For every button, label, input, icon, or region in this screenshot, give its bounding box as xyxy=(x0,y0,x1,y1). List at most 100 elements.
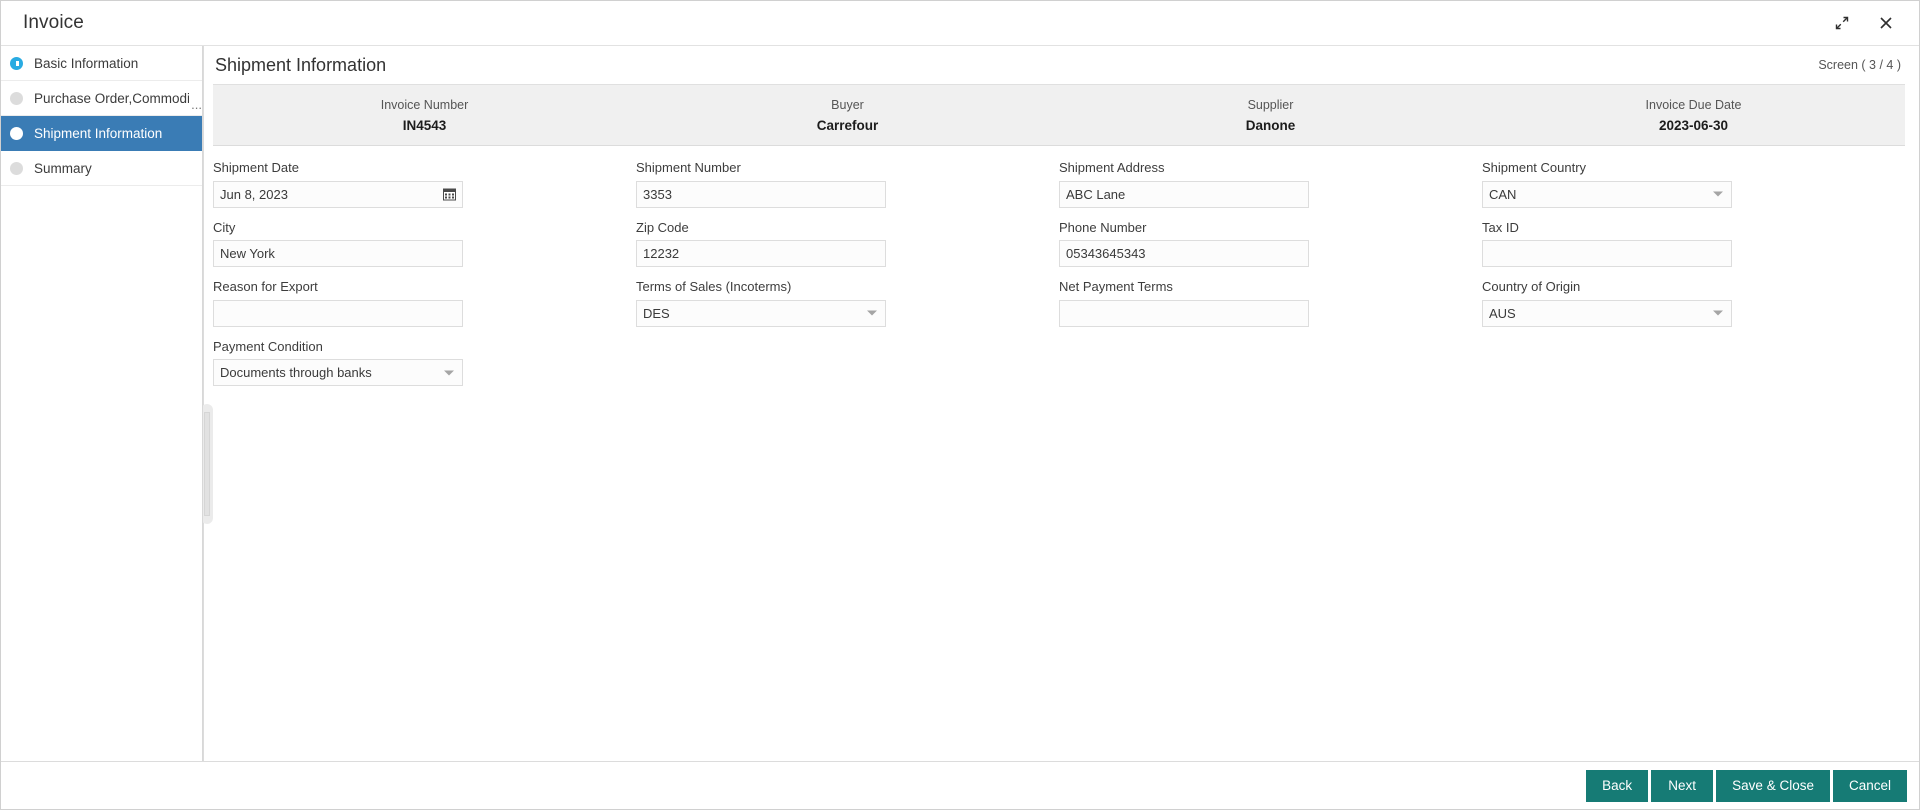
field-value: Jun 8, 2023 xyxy=(220,186,288,202)
field-phone-number: Phone Number 05343645343 xyxy=(1059,220,1482,280)
next-button[interactable]: Next xyxy=(1651,769,1714,802)
chevron-down-icon[interactable] xyxy=(867,310,877,316)
step-marker-active-icon xyxy=(9,126,24,141)
restore-window-icon[interactable] xyxy=(1829,10,1855,36)
chevron-down-icon[interactable] xyxy=(1713,310,1723,316)
form-scrollbar-thumb[interactable] xyxy=(204,412,210,516)
sidebar-item-shipment-information[interactable]: Shipment Information xyxy=(1,116,202,151)
summary-value: IN4543 xyxy=(402,117,447,133)
field-value: DES xyxy=(643,305,670,321)
field-label: City xyxy=(213,219,236,235)
field-value: AUS xyxy=(1489,305,1516,321)
city-input[interactable]: New York xyxy=(213,240,463,268)
field-value: 05343645343 xyxy=(1066,246,1146,262)
sidebar-item-label: Basic Information xyxy=(34,55,139,71)
window-title: Invoice xyxy=(23,12,84,33)
summary-cell-buyer: Buyer Carrefour xyxy=(636,98,1059,133)
summary-label: Buyer xyxy=(831,97,864,112)
shipment-form: Shipment Date Jun 8, 2023 Shipment Numbe… xyxy=(203,146,1919,761)
screen-counter: Screen ( 3 / 4 ) xyxy=(1818,58,1901,72)
shipment-number-input[interactable]: 3353 xyxy=(636,180,886,208)
field-label: Shipment Date xyxy=(213,160,299,175)
summary-label: Invoice Number xyxy=(380,97,469,112)
field-label: Terms of Sales (Incoterms) xyxy=(636,279,792,295)
field-value: 12232 xyxy=(643,246,680,262)
field-terms-of-sales: Terms of Sales (Incoterms) DES xyxy=(636,279,1059,339)
title-bar: Invoice xyxy=(1,1,1919,46)
field-shipment-date: Shipment Date Jun 8, 2023 xyxy=(213,160,636,220)
field-label: Phone Number xyxy=(1059,219,1147,235)
summary-cell-invoice-due-date: Invoice Due Date 2023-06-30 xyxy=(1482,98,1905,133)
field-shipment-number: Shipment Number 3353 xyxy=(636,160,1059,220)
field-label: Country of Origin xyxy=(1482,279,1581,295)
dialog-footer: Back Next Save & Close Cancel xyxy=(1,761,1919,809)
sidebar-item-label: Shipment Information xyxy=(34,125,163,141)
step-marker-pending-icon xyxy=(9,91,24,106)
field-tax-id: Tax ID xyxy=(1482,220,1905,280)
field-label: Shipment Address xyxy=(1059,160,1165,175)
field-country-of-origin: Country of Origin AUS xyxy=(1482,279,1905,339)
cancel-button[interactable]: Cancel xyxy=(1832,769,1907,802)
summary-cell-invoice-number: Invoice Number IN4543 xyxy=(213,98,636,133)
summary-label: Invoice Due Date xyxy=(1645,97,1742,112)
field-shipment-country: Shipment Country CAN xyxy=(1482,160,1905,220)
chevron-down-icon[interactable] xyxy=(444,370,454,376)
summary-value: 2023-06-30 xyxy=(1658,117,1729,133)
summary-cell-supplier: Supplier Danone xyxy=(1059,98,1482,133)
summary-value: Danone xyxy=(1245,117,1296,133)
sidebar-item-label: Summary xyxy=(34,160,92,176)
field-net-payment-terms: Net Payment Terms xyxy=(1059,279,1482,339)
field-value: ABC Lane xyxy=(1066,186,1126,202)
phone-number-input[interactable]: 05343645343 xyxy=(1059,240,1309,268)
terms-of-sales-select[interactable]: DES xyxy=(636,299,886,327)
tax-id-input[interactable] xyxy=(1482,240,1732,268)
content-header: Shipment Information Screen ( 3 / 4 ) xyxy=(203,46,1919,84)
field-zip-code: Zip Code 12232 xyxy=(636,220,1059,280)
field-label: Net Payment Terms xyxy=(1059,279,1173,295)
summary-value: Carrefour xyxy=(816,117,879,133)
step-marker-pending-icon xyxy=(9,161,24,176)
sidebar-item-purchase-order-commodity[interactable]: Purchase Order,Commodity ... xyxy=(1,81,202,116)
field-label: Reason for Export xyxy=(213,279,318,295)
calendar-icon[interactable] xyxy=(443,188,456,201)
field-label: Shipment Number xyxy=(636,160,741,175)
field-shipment-address: Shipment Address ABC Lane xyxy=(1059,160,1482,220)
field-value: 3353 xyxy=(643,186,672,202)
chevron-down-icon[interactable] xyxy=(1713,191,1723,197)
field-reason-for-export: Reason for Export xyxy=(213,279,636,339)
zip-code-input[interactable]: 12232 xyxy=(636,240,886,268)
step-marker-completed-icon xyxy=(9,56,24,71)
summary-label: Supplier xyxy=(1247,97,1294,112)
field-value: Documents through banks xyxy=(220,365,372,381)
window-controls xyxy=(1829,10,1905,36)
sidebar-item-label: Purchase Order,Commodity xyxy=(34,90,190,106)
form-grid: Shipment Date Jun 8, 2023 Shipment Numbe… xyxy=(213,160,1905,398)
field-label: Zip Code xyxy=(636,219,689,235)
payment-condition-select[interactable]: Documents through banks xyxy=(213,359,463,387)
field-label: Tax ID xyxy=(1482,219,1519,235)
shipment-address-input[interactable]: ABC Lane xyxy=(1059,180,1309,208)
sidebar-item-basic-information[interactable]: Basic Information xyxy=(1,46,202,81)
shipment-country-select[interactable]: CAN xyxy=(1482,180,1732,208)
field-label: Shipment Country xyxy=(1482,160,1587,175)
main-content: Shipment Information Screen ( 3 / 4 ) In… xyxy=(203,46,1919,761)
field-payment-condition: Payment Condition Documents through bank… xyxy=(213,339,636,399)
country-of-origin-select[interactable]: AUS xyxy=(1482,299,1732,327)
field-value: New York xyxy=(220,246,275,262)
save-and-close-button[interactable]: Save & Close xyxy=(1716,769,1830,802)
back-button[interactable]: Back xyxy=(1586,769,1649,802)
wizard-steps-sidebar: Basic Information Purchase Order,Commodi… xyxy=(1,46,203,761)
sidebar-item-overflow-ellipsis: ... xyxy=(191,97,202,112)
invoice-dialog-window: Invoice Basic Information Purchase Order… xyxy=(0,0,1920,810)
field-city: City New York xyxy=(213,220,636,280)
page-title: Shipment Information xyxy=(215,54,387,75)
net-payment-terms-input[interactable] xyxy=(1059,299,1309,327)
field-value: CAN xyxy=(1489,186,1517,202)
form-scrollbar[interactable] xyxy=(203,404,213,524)
dialog-body: Basic Information Purchase Order,Commodi… xyxy=(1,46,1919,761)
invoice-summary-bar: Invoice Number IN4543 Buyer Carrefour Su… xyxy=(213,84,1905,146)
reason-for-export-input[interactable] xyxy=(213,299,463,327)
sidebar-item-summary[interactable]: Summary xyxy=(1,151,202,186)
close-icon[interactable] xyxy=(1873,10,1899,36)
shipment-date-input[interactable]: Jun 8, 2023 xyxy=(213,180,463,208)
